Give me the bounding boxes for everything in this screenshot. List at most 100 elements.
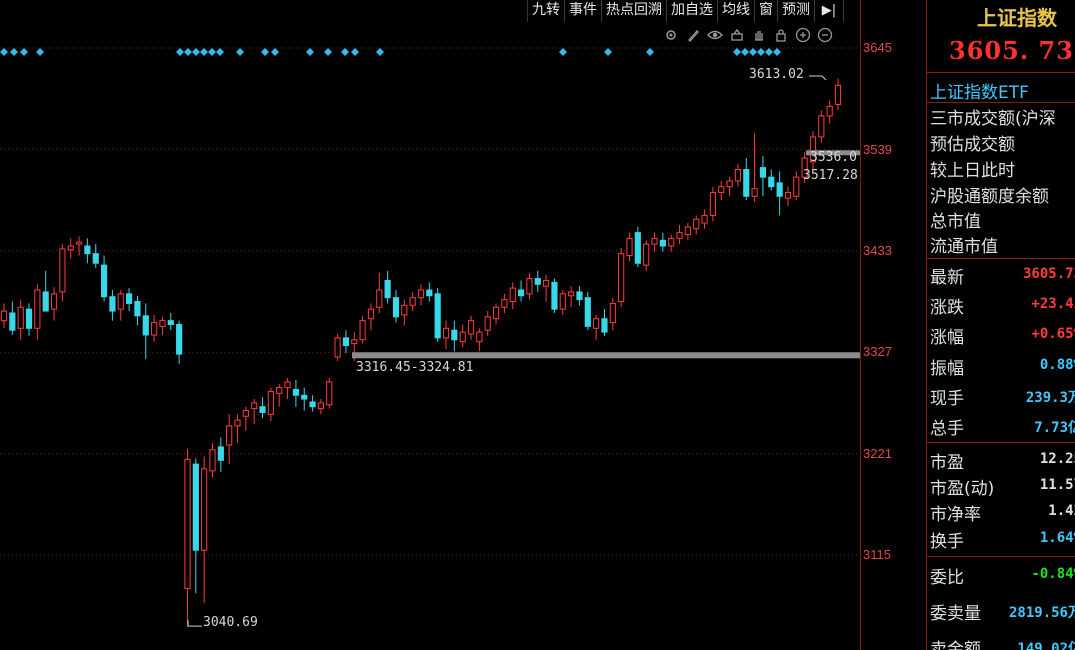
quote-key: 最新 [930,268,964,288]
quote-panel: 上证指数 3605. 73 上证指数ETF 三市成交额(沪深 预估成交额 较上日… [926,0,1075,650]
event-marker-icon [236,48,244,56]
candle-body [668,237,675,247]
quote-value: 3605.73 [1022,266,1075,282]
candle-body [551,281,558,310]
event-marker-icon [0,48,8,56]
quote-value: 239.3万 [1025,390,1075,406]
candle-body [276,387,283,394]
event-marker-icon [36,48,44,56]
candle-body [25,308,33,329]
candle-body [217,446,224,461]
quote-row-latest: 最新 3605.73 [927,261,1075,288]
event-marker-icon [271,48,279,56]
order-row-sell-volume: 委卖量 2819.56万 [927,597,1075,624]
candle-body [159,320,166,327]
events-button[interactable]: 事件 [565,0,602,22]
candle-body [317,402,325,410]
candle-body [367,308,375,320]
candle-body [50,293,58,310]
hotspot-review-button[interactable]: 热点回溯 [602,0,667,22]
candle-body [484,316,491,331]
order-row-ratio: 委比 -0.84% [927,561,1075,588]
price-tick: 3327 [863,344,892,359]
event-marker-icon [765,48,773,56]
candle-body [417,289,425,299]
valuation-row-pe-dynamic: 市盈(动) 11.57 [927,472,1075,499]
add-watchlist-button[interactable]: 加自选 [667,0,718,22]
candle-body [734,168,742,182]
quote-value: 7.73亿 [1034,420,1075,436]
candle-body [326,381,333,406]
event-marker-icon [200,48,208,56]
candle-body [267,390,274,415]
quote-value: 1.64% [1039,530,1075,546]
northbound-quota[interactable]: 沪股通额度余额 [930,182,1049,207]
collapse-panel-icon[interactable]: ▶| [815,0,844,22]
price-axis: 3645 3539 3433 3327 3221 3115 [860,0,927,650]
window-button[interactable]: 窗 [755,0,778,22]
chart-toolbar: 九转 事件 热点回溯 加自选 均线 窗 预测 ▶| [527,0,844,22]
candle-body [476,331,483,343]
zoom-out-icon[interactable] [816,26,834,44]
lock-icon[interactable] [772,26,790,44]
quote-row-total-volume: 总手 7.73亿 [927,412,1075,439]
candle-body [509,287,516,302]
candle-body [309,401,316,408]
candle-body [209,449,216,472]
candle-body [284,381,291,389]
candle-body [409,297,416,306]
gap-range-label: 3316.45-3324.81 [356,360,474,375]
jiuzhuan-button[interactable]: 九转 [528,0,565,22]
candle-body [593,318,600,329]
event-marker-icon [757,48,765,56]
three-market-turnover[interactable]: 三市成交额(沪深 [930,104,1056,129]
candle-body [826,105,833,117]
quote-key: 卖金额 [930,640,981,650]
candle-body [568,291,575,297]
zoom-in-icon[interactable] [794,26,812,44]
quote-value: 12.25 [1039,451,1075,467]
candle-body [718,186,725,193]
eye-icon[interactable] [706,26,724,44]
candle-body [651,237,658,245]
candle-body [601,318,608,333]
candle-body [392,297,400,318]
candle-body [176,323,183,355]
draw-pen-icon[interactable] [684,26,702,44]
vs-previous-day[interactable]: 较上日此时 [930,156,1015,181]
candle-body [784,191,792,199]
event-marker-icon [733,48,741,56]
kline-chart-area[interactable]: 3613.02 3040.69 3316.45-3324.81 3536.0 3… [0,0,860,650]
quote-value: -0.84% [1031,566,1075,582]
hand-icon[interactable] [750,26,768,44]
candle-body [559,293,566,310]
event-marker-icon [376,48,384,56]
settings-icon[interactable] [662,26,680,44]
high-marker-line [809,75,827,81]
candle-body [376,289,383,308]
event-marker-icon [749,48,757,56]
candle-body [0,310,8,322]
quote-key: 委卖量 [930,604,981,624]
total-market-cap[interactable]: 总市值 [930,207,981,232]
candle-body [459,331,466,343]
quote-key: 委比 [930,568,964,588]
event-marker-icon [646,48,654,56]
float-market-cap[interactable]: 流通市值 [930,232,998,257]
event-marker-icon [184,48,192,56]
quote-key: 总手 [930,419,964,439]
kline-chart[interactable] [0,0,860,650]
index-etf-link[interactable]: 上证指数ETF [930,78,1029,103]
candle-body [451,329,458,341]
moving-average-button[interactable]: 均线 [718,0,755,22]
candle-body [34,289,41,329]
forecast-button[interactable]: 预测 [778,0,815,22]
high-price-label: 3613.02 [749,67,804,82]
quote-key: 涨跌 [930,298,964,318]
candle-body [643,243,650,266]
basket-icon[interactable] [728,26,746,44]
quote-value: +0.65% [1031,326,1075,342]
candle-body [351,339,358,345]
candle-body [534,278,541,285]
estimated-turnover[interactable]: 预估成交额 [930,130,1015,155]
